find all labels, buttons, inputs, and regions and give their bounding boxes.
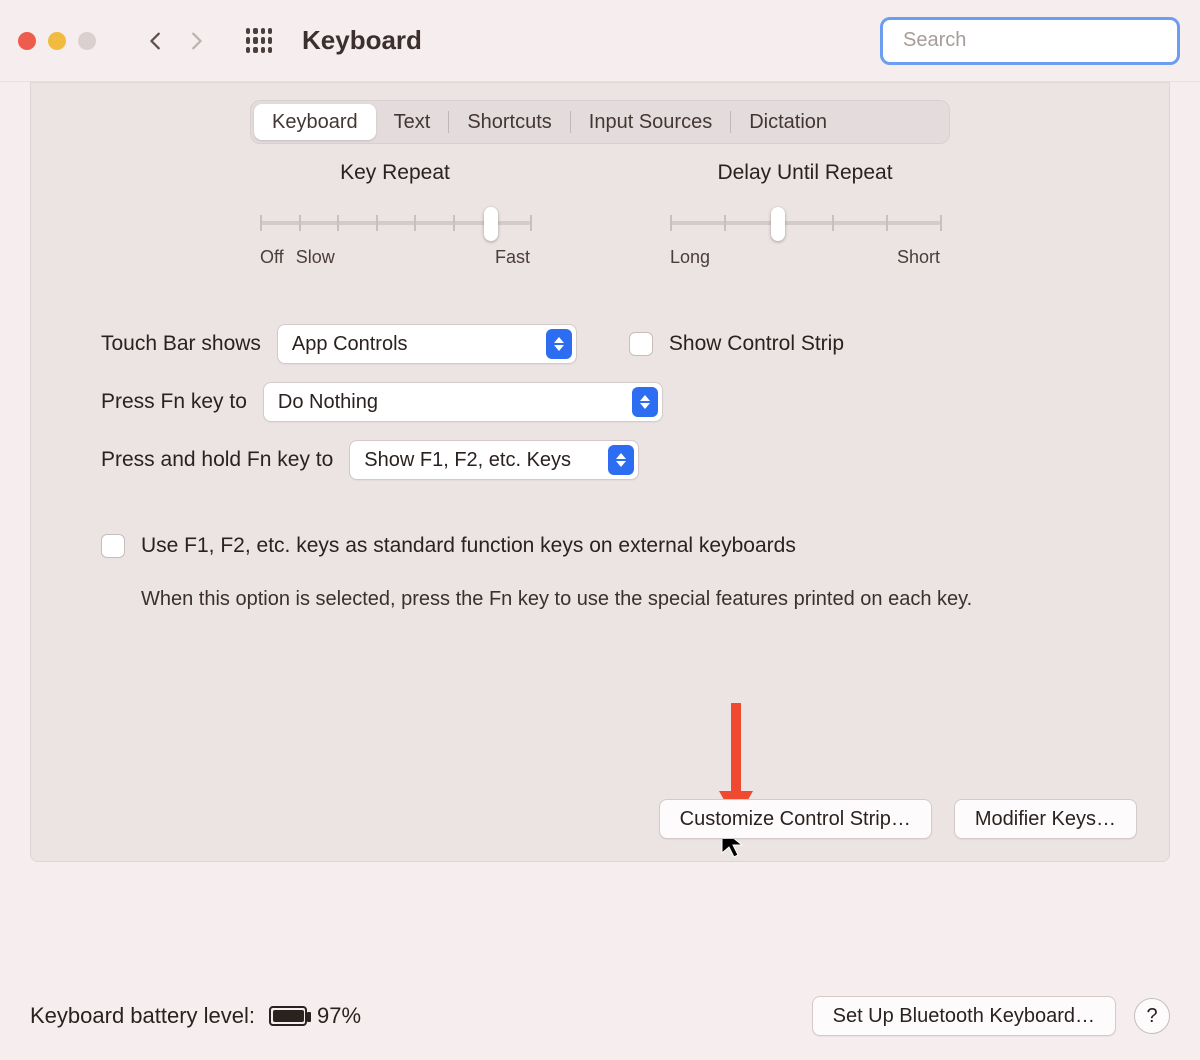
keyboard-settings-panel: Key Repeat Off Slow Fast Delay Until Rep… [30,82,1170,862]
chevron-right-icon [185,30,207,52]
customize-control-strip-button[interactable]: Customize Control Strip… [659,799,932,839]
delay-slider[interactable] [670,209,940,239]
back-button[interactable] [136,21,176,61]
updown-icon [608,445,634,475]
tab-text[interactable]: Text [376,104,449,140]
use-fn-keys-label: Use F1, F2, etc. keys as standard functi… [141,534,796,558]
close-window-button[interactable] [18,32,36,50]
delay-title: Delay Until Repeat [717,161,892,185]
tab-input-sources[interactable]: Input Sources [571,104,730,140]
press-fn-value: Do Nothing [278,391,378,414]
show-control-strip-checkbox[interactable] [629,332,653,356]
window-footer: Keyboard battery level: 97% Set Up Bluet… [0,972,1200,1060]
key-repeat-label-slow: Slow [296,247,335,268]
use-fn-keys-description: When this option is selected, press the … [141,586,1061,613]
settings-tabs: Keyboard Text Shortcuts Input Sources Di… [250,100,950,144]
hold-fn-select[interactable]: Show F1, F2, etc. Keys [349,440,639,480]
key-repeat-label-off: Off [260,247,284,268]
repeat-sliders: Key Repeat Off Slow Fast Delay Until Rep… [101,161,1099,268]
delay-labels: Long Short [670,247,940,268]
chevron-left-icon [145,30,167,52]
search-input[interactable] [901,28,1170,53]
window-toolbar: Keyboard [0,0,1200,82]
zoom-window-button[interactable] [78,32,96,50]
battery-label: Keyboard battery level: [30,1003,255,1029]
use-fn-keys-checkbox[interactable] [101,534,125,558]
key-repeat-labels: Off Slow Fast [260,247,530,268]
hold-fn-label: Press and hold Fn key to [101,448,333,472]
key-repeat-group: Key Repeat Off Slow Fast [260,161,530,268]
delay-label-short: Short [897,247,940,268]
touchbar-shows-select[interactable]: App Controls [277,324,577,364]
help-button[interactable]: ? [1134,998,1170,1034]
touchbar-controls: Touch Bar shows App Controls Show Contro… [101,324,1099,613]
touchbar-shows-value: App Controls [292,333,408,356]
updown-icon [632,387,658,417]
setup-bluetooth-keyboard-button[interactable]: Set Up Bluetooth Keyboard… [812,996,1116,1036]
hold-fn-value: Show F1, F2, etc. Keys [364,449,571,472]
modifier-keys-button[interactable]: Modifier Keys… [954,799,1137,839]
delay-label-long: Long [670,247,710,268]
key-repeat-thumb[interactable] [484,207,498,241]
search-field[interactable] [880,17,1180,65]
key-repeat-slider[interactable] [260,209,530,239]
tab-keyboard[interactable]: Keyboard [254,104,376,140]
key-repeat-title: Key Repeat [340,161,450,185]
key-repeat-label-fast: Fast [495,247,530,268]
show-all-preferences-button[interactable] [246,28,272,54]
press-fn-label: Press Fn key to [101,390,247,414]
window-controls [18,32,96,50]
updown-icon [546,329,572,359]
minimize-window-button[interactable] [48,32,66,50]
show-control-strip-label: Show Control Strip [669,332,844,356]
tab-shortcuts[interactable]: Shortcuts [449,104,569,140]
delay-until-repeat-group: Delay Until Repeat Long Short [670,161,940,268]
window-title: Keyboard [302,25,422,56]
touchbar-shows-label: Touch Bar shows [101,332,261,356]
battery-icon [269,1006,307,1026]
delay-thumb[interactable] [771,207,785,241]
forward-button[interactable] [176,21,216,61]
tab-dictation[interactable]: Dictation [731,104,845,140]
battery-level: 97% [317,1003,361,1029]
press-fn-select[interactable]: Do Nothing [263,382,663,422]
